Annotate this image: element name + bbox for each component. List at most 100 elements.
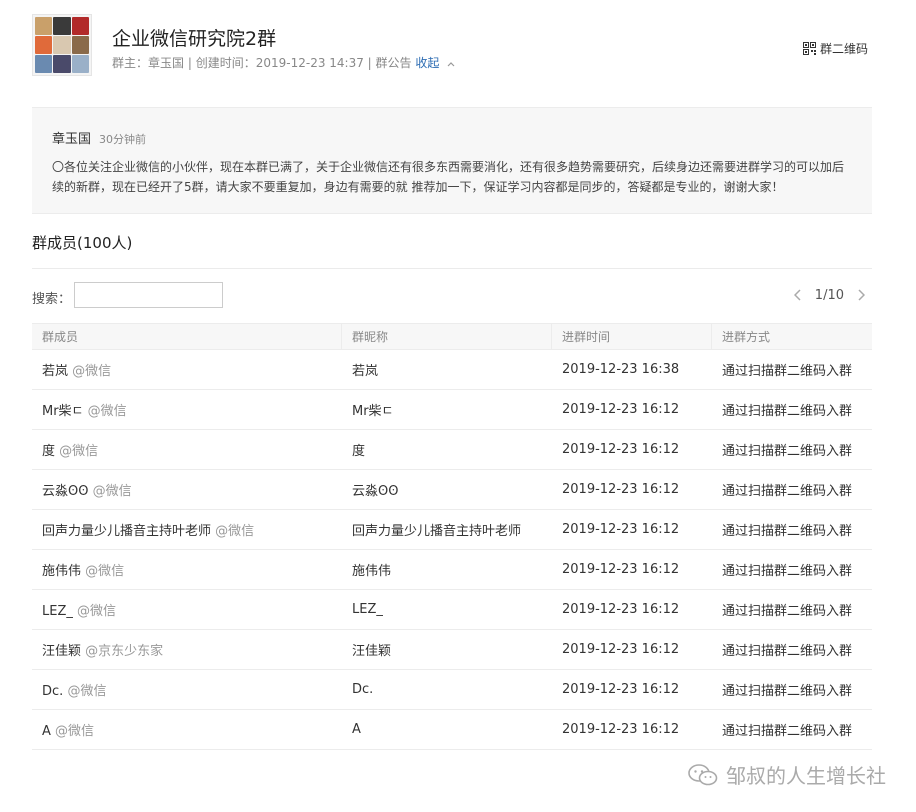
- join-method-cell: 通过扫描群二维码入群: [722, 724, 853, 739]
- qr-code-label: 群二维码: [819, 42, 868, 56]
- members-title: 群成员(100人): [32, 234, 133, 252]
- member-name: 汪佳颖: [42, 644, 82, 659]
- table-row: 汪佳颖 @京东少东家 汪佳颖 2019-12-23 16:12 通过扫描群二维码入群: [32, 630, 872, 670]
- member-source: @微信: [77, 604, 117, 619]
- table-row: LEZ_ @微信 LEZ_ 2019-12-23 16:12 通过扫描群二维码入群: [32, 590, 872, 630]
- member-cell: A @微信: [32, 720, 342, 739]
- page-indicator: 1/10: [814, 288, 844, 303]
- member-source: @微信: [72, 364, 112, 379]
- member-source: @微信: [215, 524, 255, 539]
- nickname-cell: 施伟伟: [352, 564, 392, 579]
- avatar-tile: [71, 55, 89, 73]
- nickname-cell: 回声力量少儿播音主持叶老师: [352, 524, 522, 539]
- members-table: 群成员 群昵称 进群时间 进群方式 若岚 @微信 若岚 2019-12-23 16:…: [32, 323, 872, 750]
- member-name: 若岚: [42, 364, 69, 379]
- table-row: 施伟伟 @微信 施伟伟 2019-12-23 16:12 通过扫描群二维码入群: [32, 550, 872, 590]
- qr-code-icon: [802, 42, 816, 55]
- table-row: Mr柴ㄷ @微信 Mr柴ㄷ 2019-12-23 16:12 通过扫描群二维码入群: [32, 390, 872, 430]
- join-method-cell: 通过扫描群二维码入群: [722, 404, 853, 419]
- group-avatar: [32, 14, 92, 76]
- owner-name: 章玉国: [148, 56, 185, 70]
- member-cell: 回声力量少儿播音主持叶老师 @微信: [32, 520, 342, 539]
- join-method-cell: 通过扫描群二维码入群: [722, 444, 853, 459]
- announcement-panel: 章玉国 30分钟前 〇各位关注企业微信的小伙伴，现在本群已满了，关于企业微信还有很…: [32, 107, 872, 214]
- join-method-cell: 通过扫描群二维码入群: [722, 684, 853, 699]
- avatar-tile: [53, 55, 71, 73]
- member-name: LEZ_: [42, 604, 73, 619]
- table-row: 云淼ʘʘ @微信 云淼ʘʘ 2019-12-23 16:12 通过扫描群二维码入群: [32, 470, 872, 510]
- member-cell: Mr柴ㄷ @微信: [32, 400, 342, 419]
- member-cell: 施伟伟 @微信: [32, 560, 342, 579]
- avatar-tile: [71, 17, 89, 35]
- member-name: Mr柴ㄷ: [42, 404, 84, 419]
- join-time-cell: 2019-12-23 16:12: [562, 562, 680, 577]
- divider: [32, 268, 872, 269]
- avatar-tile: [53, 36, 71, 54]
- nickname-cell: 汪佳颖: [352, 644, 392, 659]
- join-time-cell: 2019-12-23 16:12: [562, 722, 680, 737]
- join-time-cell: 2019-12-23 16:12: [562, 642, 680, 657]
- nickname-cell: 度: [352, 444, 366, 459]
- group-meta: 群主：章玉国 | 创建时间：2019-12-23 14:37 | 群公告 收起: [112, 54, 455, 71]
- chevron-up-icon[interactable]: [443, 59, 455, 70]
- nickname-cell: Dc.: [352, 682, 374, 697]
- header-nickname: 群昵称: [342, 324, 552, 349]
- nickname-cell: 若岚: [352, 364, 379, 379]
- member-source: @微信: [92, 484, 132, 499]
- prev-page-icon[interactable]: [793, 286, 803, 305]
- member-name: 施伟伟: [42, 564, 82, 579]
- announcement-author: 章玉国: [52, 132, 92, 147]
- join-time-cell: 2019-12-23 16:38: [562, 362, 680, 377]
- pagination: 1/10: [793, 286, 866, 305]
- table-row: Dc. @微信 Dc. 2019-12-23 16:12 通过扫描群二维码入群: [32, 670, 872, 710]
- nickname-cell: LEZ_: [352, 602, 383, 617]
- announcement-time: 30分钟前: [99, 133, 147, 146]
- join-time-cell: 2019-12-23 16:12: [562, 482, 680, 497]
- member-source: @微信: [59, 444, 99, 459]
- table-header: 群成员 群昵称 进群时间 进群方式: [32, 323, 872, 350]
- created-label: | 创建时间：: [184, 56, 256, 70]
- qr-code-button[interactable]: 群二维码: [802, 40, 868, 57]
- search-input[interactable]: [74, 282, 223, 308]
- collapse-toggle[interactable]: 收起: [415, 56, 439, 70]
- member-name: 回声力量少儿播音主持叶老师: [42, 524, 212, 539]
- header-member: 群成员: [32, 324, 342, 349]
- member-source: @微信: [55, 724, 95, 739]
- nickname-cell: 云淼ʘʘ: [352, 484, 399, 499]
- member-cell: LEZ_ @微信: [32, 600, 342, 619]
- join-method-cell: 通过扫描群二维码入群: [722, 524, 853, 539]
- wechat-icon: [688, 763, 718, 786]
- nickname-cell: A: [352, 722, 361, 737]
- group-header: 企业微信研究院2群 群主：章玉国 | 创建时间：2019-12-23 14:37…: [32, 14, 872, 84]
- owner-label: 群主：: [112, 56, 149, 70]
- search-label: 搜索：: [32, 292, 72, 307]
- join-method-cell: 通过扫描群二维码入群: [722, 564, 853, 579]
- group-title: 企业微信研究院2群: [112, 28, 277, 50]
- header-join-time: 进群时间: [552, 324, 712, 349]
- join-method-cell: 通过扫描群二维码入群: [722, 604, 853, 619]
- avatar-tile: [35, 55, 53, 73]
- join-time-cell: 2019-12-23 16:12: [562, 682, 680, 697]
- watermark-text: 邹叔的人生增长社: [726, 764, 886, 788]
- announcement-text: 〇各位关注企业微信的小伙伴，现在本群已满了，关于企业微信还有很多东西需要消化，还…: [52, 160, 845, 194]
- announce-label: | 群公告: [363, 56, 412, 70]
- member-cell: Dc. @微信: [32, 680, 342, 699]
- created-time: 2019-12-23 14:37: [255, 56, 364, 70]
- member-source: @微信: [87, 404, 127, 419]
- member-source: @微信: [85, 564, 125, 579]
- join-time-cell: 2019-12-23 16:12: [562, 522, 680, 537]
- member-source: @京东少东家: [85, 644, 164, 659]
- member-cell: 若岚 @微信: [32, 360, 342, 379]
- member-name: 云淼ʘʘ: [42, 484, 89, 499]
- member-cell: 度 @微信: [32, 440, 342, 459]
- table-row: 回声力量少儿播音主持叶老师 @微信 回声力量少儿播音主持叶老师 2019-12-23…: [32, 510, 872, 550]
- member-name: Dc.: [42, 684, 64, 699]
- member-name: A: [42, 724, 51, 739]
- member-source: @微信: [67, 684, 107, 699]
- join-method-cell: 通过扫描群二维码入群: [722, 484, 853, 499]
- join-time-cell: 2019-12-23 16:12: [562, 602, 680, 617]
- table-body: 若岚 @微信 若岚 2019-12-23 16:38 通过扫描群二维码入群 Mr柴ㄷ @…: [32, 350, 872, 750]
- next-page-icon[interactable]: [856, 286, 866, 305]
- table-row: 度 @微信度 2019-12-23 16:12 通过扫描群二维码入群: [32, 430, 872, 470]
- avatar-tile: [53, 17, 71, 35]
